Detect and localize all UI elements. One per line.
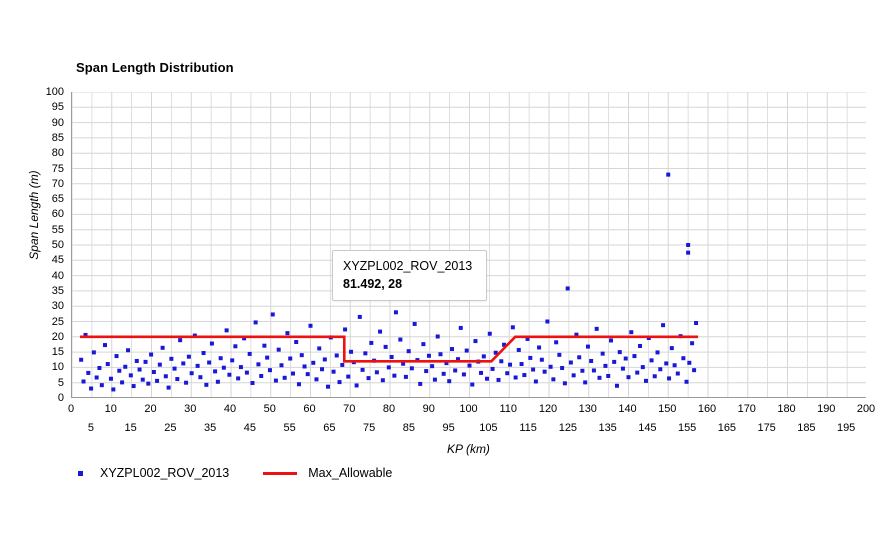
x-axis-tick-label: 10 xyxy=(104,403,117,415)
x-axis-tick-label: 5 xyxy=(87,422,94,434)
y-axis-tick-label: 70 xyxy=(51,177,64,190)
x-axis-tick-label: 40 xyxy=(223,403,237,415)
x-axis-tick-label: 95 xyxy=(442,422,455,434)
y-axis-tick-label: 40 xyxy=(51,269,64,282)
data-layer xyxy=(79,172,699,392)
y-axis-tick-label: 100 xyxy=(45,86,64,98)
y-axis-tick-label: 10 xyxy=(51,361,64,374)
x-axis-tick-label: 65 xyxy=(323,422,336,434)
x-axis-tick-label: 185 xyxy=(797,422,816,434)
x-axis-tick-label: 20 xyxy=(144,403,157,415)
x-axis-tick-label: 145 xyxy=(638,422,657,434)
legend-item-scatter[interactable]: XYZPL002_ROV_2013 xyxy=(78,466,229,480)
x-axis-tick-label: 160 xyxy=(697,403,717,415)
y-axis-tick-label: 20 xyxy=(51,330,64,343)
x-axis-tick-label: 170 xyxy=(737,403,756,415)
y-axis-tick-label: 95 xyxy=(51,101,64,114)
x-axis-tick-label: 45 xyxy=(243,422,256,434)
tooltip-series-name: XYZPL002_ROV_2013 xyxy=(343,259,473,273)
y-axis-tick-label: 25 xyxy=(51,315,64,328)
y-axis-tick-label: 80 xyxy=(51,147,64,160)
y-axis-tick-labels: 100 95 90 85 80 75 70 65 60 55 50 45 40 35 30 25 20 15 10 5… xyxy=(22,87,64,404)
x-axis-tick-label: 60 xyxy=(303,403,316,415)
x-axis-tick-label: 15 xyxy=(124,422,137,434)
x-axis-tick-label: 155 xyxy=(677,422,697,434)
plot-area xyxy=(71,92,866,398)
legend-label-scatter: XYZPL002_ROV_2013 xyxy=(100,466,230,480)
x-axis-tick-label: 195 xyxy=(836,422,856,434)
x-axis-tick-label: 200 xyxy=(856,403,876,415)
chart-container: Span Length Distribution Span Length (m)… xyxy=(0,0,888,542)
x-axis-tick-labels: 0 10 20 30 40 50 60 70 80 90 100 110 120 130 140 150 160… xyxy=(67,398,875,440)
x-axis-tick-label: 130 xyxy=(578,403,597,415)
x-axis-tick-label: 90 xyxy=(422,403,435,415)
y-axis-tick-label: 30 xyxy=(51,300,64,313)
x-axis-tick-label: 140 xyxy=(618,403,637,415)
y-axis-tick-label: 75 xyxy=(51,162,64,175)
data-point-tooltip: XYZPL002_ROV_2013 81.492, 28 xyxy=(332,250,487,301)
x-axis-tick-label: 125 xyxy=(558,422,578,434)
x-axis-tick-label: 70 xyxy=(343,403,356,415)
x-axis-tick-label: 115 xyxy=(519,422,537,434)
y-axis-tick-label: 5 xyxy=(57,376,64,389)
x-axis-tick-label: 110 xyxy=(499,403,518,415)
x-axis-tick-label: 0 xyxy=(67,403,75,415)
y-axis-tick-label: 90 xyxy=(51,116,64,129)
y-axis-tick-label: 60 xyxy=(51,208,64,221)
y-axis-tick-label: 55 xyxy=(51,223,64,236)
y-axis-tick-label: 0 xyxy=(57,392,64,404)
blue-square-marker-icon xyxy=(78,470,83,476)
y-axis-tick-label: 50 xyxy=(51,239,64,251)
x-axis-tick-label: 100 xyxy=(459,403,478,415)
x-axis-tick-label: 175 xyxy=(757,422,776,434)
x-axis-tick-label: 80 xyxy=(382,403,396,415)
x-axis-tick-label: 165 xyxy=(717,422,737,434)
legend-label-threshold: Max_Allowable xyxy=(308,466,393,480)
x-axis-tick-label: 180 xyxy=(777,403,796,415)
x-axis-tick-label: 150 xyxy=(658,403,677,415)
x-axis-tick-label: 35 xyxy=(204,422,217,434)
x-axis-tick-label: 120 xyxy=(538,403,558,415)
x-axis-tick-label: 30 xyxy=(184,403,197,415)
x-axis-title: KP (km) xyxy=(447,442,490,456)
y-axis-tick-label: 65 xyxy=(51,193,64,206)
chart-legend: XYZPL002_ROV_2013 Max_Allowable xyxy=(78,462,426,484)
x-axis-tick-label: 190 xyxy=(817,403,836,415)
y-axis-tick-label: 45 xyxy=(51,254,64,267)
x-axis-tick-label: 135 xyxy=(598,422,617,434)
x-axis-tick-label: 75 xyxy=(363,422,376,434)
x-axis-tick-label: 50 xyxy=(263,403,276,415)
x-axis-tick-label: 105 xyxy=(479,422,498,434)
x-axis-tick-label: 25 xyxy=(164,422,177,434)
legend-item-threshold[interactable]: Max_Allowable xyxy=(263,466,392,480)
y-axis-tick-label: 15 xyxy=(51,346,64,359)
y-axis-tick-label: 85 xyxy=(51,131,64,144)
tooltip-value: 81.492, 28 xyxy=(343,277,403,291)
x-axis-tick-label: 85 xyxy=(402,422,415,434)
x-axis-tick-label: 55 xyxy=(283,422,296,434)
chart-title: Span Length Distribution xyxy=(76,60,234,75)
y-axis-tick-label: 35 xyxy=(51,284,64,297)
red-line-marker-icon xyxy=(263,471,298,475)
